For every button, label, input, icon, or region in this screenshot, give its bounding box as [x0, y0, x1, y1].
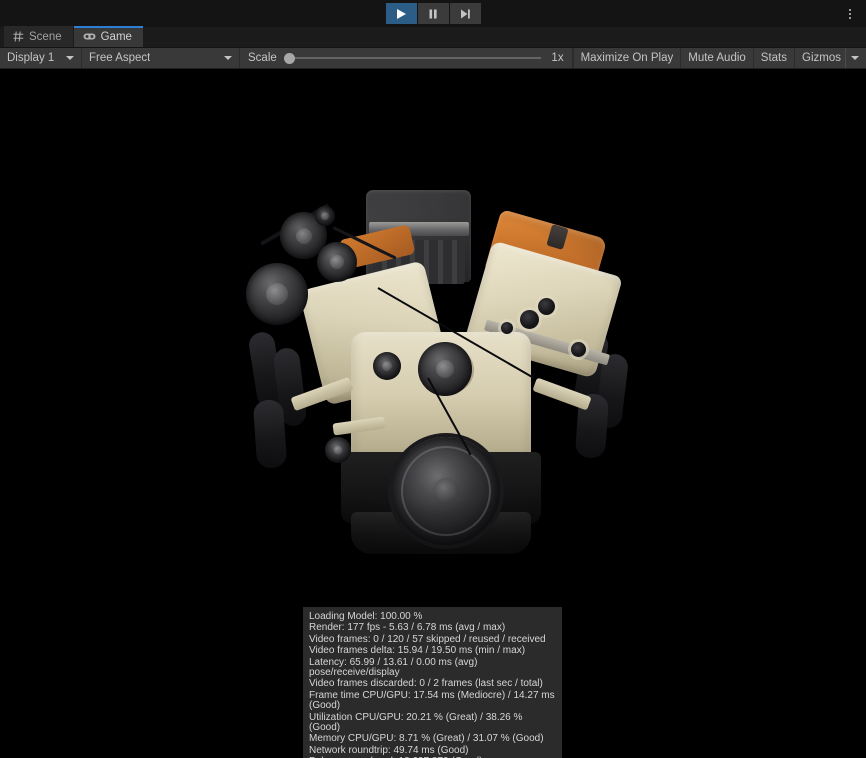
gizmos-dropdown-button[interactable]: [845, 48, 866, 68]
accessory-pulley: [317, 242, 357, 282]
play-button-group: [386, 3, 481, 24]
toolbar-right-group: Maximize On Play Mute Audio Stats Gizmos: [573, 48, 866, 68]
idler-pulley: [325, 437, 351, 463]
aspect-ratio-label: Free Aspect: [89, 52, 150, 64]
pulley-hub: [266, 283, 288, 305]
tab-game[interactable]: Game: [74, 26, 144, 47]
play-icon: [395, 8, 407, 20]
kebab-dot-icon: [849, 13, 851, 15]
tab-scene-label: Scene: [29, 31, 62, 43]
chevron-down-icon: [851, 56, 859, 60]
pulley-hub: [436, 360, 454, 378]
chevron-down-icon: [66, 56, 74, 60]
pulley-hub: [321, 212, 329, 220]
pause-button[interactable]: [418, 3, 449, 24]
stats-toggle[interactable]: Stats: [753, 48, 794, 68]
head-port: [571, 342, 586, 357]
scene-grid-icon: [13, 31, 24, 42]
step-icon: [459, 8, 471, 20]
tab-scene[interactable]: Scene: [4, 26, 74, 47]
gamepad-icon: [83, 32, 96, 41]
pulley-hub: [296, 228, 312, 244]
crank-pulley-rim: [401, 446, 491, 536]
stat-memory: Memory CPU/GPU: 8.71 % (Great) / 31.07 %…: [309, 734, 556, 745]
gizmos-label: Gizmos: [802, 52, 841, 64]
idler-pulley: [373, 352, 401, 380]
game-view-toolbar: Display 1 Free Aspect Scale 1x Maximize …: [0, 48, 866, 69]
accessory-pulley: [246, 263, 308, 325]
stat-utilization: Utilization CPU/GPU: 20.21 % (Great) / 3…: [309, 712, 556, 734]
engine-3d-model: [233, 182, 633, 567]
mute-audio-toggle[interactable]: Mute Audio: [680, 48, 753, 68]
aspect-ratio-dropdown[interactable]: Free Aspect: [82, 48, 240, 68]
pause-icon: [427, 8, 439, 20]
gizmos-toggle[interactable]: Gizmos: [794, 48, 845, 68]
stat-video-frames-delta: Video frames delta: 15.94 / 19.50 ms (mi…: [309, 645, 556, 656]
head-port: [538, 298, 555, 315]
editor-more-menu-button[interactable]: [841, 0, 859, 27]
stats-label: Stats: [761, 52, 787, 64]
accessory-pulley: [418, 342, 472, 396]
pulley-hub: [382, 361, 392, 371]
maximize-on-play-label: Maximize On Play: [581, 52, 674, 64]
scale-slider-knob[interactable]: [284, 53, 295, 64]
kebab-dot-icon: [849, 9, 851, 11]
scale-label: Scale: [248, 52, 277, 64]
stat-render: Render: 177 fps - 5.63 / 6.78 ms (avg / …: [309, 622, 556, 633]
stat-video-frames: Video frames: 0 / 120 / 57 skipped / reu…: [309, 634, 556, 645]
scale-slider[interactable]: [284, 52, 541, 64]
game-viewport[interactable]: Loading Model: 100.00 % Render: 177 fps …: [0, 69, 866, 758]
maximize-on-play-toggle[interactable]: Maximize On Play: [573, 48, 681, 68]
pulley-hub: [334, 446, 343, 455]
view-tab-strip: Scene Game: [0, 27, 866, 48]
stat-latency: Latency: 65.99 / 13.61 / 0.00 ms (avg) p…: [309, 657, 556, 679]
idler-pulley: [315, 206, 335, 226]
display-dropdown-label: Display 1: [7, 52, 54, 64]
exhaust-tube-icon: [253, 399, 288, 469]
head-port: [501, 322, 513, 334]
mute-audio-label: Mute Audio: [688, 52, 746, 64]
head-port: [520, 310, 539, 329]
kebab-dot-icon: [849, 17, 851, 19]
tab-game-label: Game: [101, 31, 132, 43]
stat-loading-model: Loading Model: 100.00 %: [309, 611, 556, 622]
pulley-hub: [330, 255, 344, 269]
scale-control: Scale 1x: [240, 48, 573, 68]
chevron-down-icon: [224, 56, 232, 60]
stat-network-roundtrip: Network roundtrip: 49.74 ms (Good): [309, 745, 556, 756]
play-controls-bar: [0, 0, 866, 27]
stat-frame-time: Frame time CPU/GPU: 17.54 ms (Mediocre) …: [309, 690, 556, 712]
display-dropdown[interactable]: Display 1: [0, 48, 82, 68]
play-button[interactable]: [386, 3, 417, 24]
step-button[interactable]: [450, 3, 481, 24]
scale-value: 1x: [548, 52, 564, 64]
stats-overlay-panel: Loading Model: 100.00 % Render: 177 fps …: [303, 607, 562, 758]
scale-slider-track: [284, 58, 541, 59]
stat-video-frames-discarded: Video frames discarded: 0 / 2 frames (la…: [309, 679, 556, 690]
